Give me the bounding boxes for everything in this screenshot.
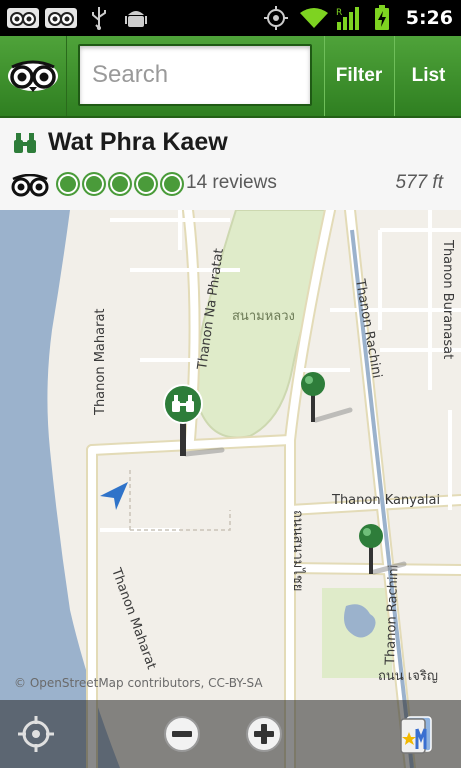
svg-text:R: R xyxy=(336,8,342,18)
battery-charging-icon xyxy=(372,4,392,32)
rating-bubble xyxy=(134,172,158,196)
street-label: Thanon Buranasat xyxy=(440,239,455,359)
top-toolbar: Filter List xyxy=(0,36,461,118)
filter-button[interactable]: Filter xyxy=(324,36,393,116)
android-debug-icon xyxy=(124,4,148,32)
map-view[interactable]: Thanon Na Phratat Thanon Maharat Thanon … xyxy=(0,210,461,768)
map-controls-bar xyxy=(0,700,461,768)
review-count[interactable]: 14 reviews xyxy=(186,172,277,194)
signal-icon: R xyxy=(334,4,362,32)
zoom-in-button[interactable] xyxy=(238,708,290,760)
tripadvisor-notification-icon xyxy=(6,4,40,32)
map-layers-icon xyxy=(400,716,432,754)
rating-bubble xyxy=(160,172,184,196)
street-label: Thanon Maharat xyxy=(108,565,159,671)
street-label: Thanon Kanyalai xyxy=(331,493,440,508)
search-input[interactable] xyxy=(80,46,310,104)
place-pin[interactable] xyxy=(301,372,353,423)
street-label: Thanon Maharat xyxy=(93,308,108,416)
zoom-in-icon xyxy=(246,716,282,752)
boundary xyxy=(129,470,231,531)
my-location-icon xyxy=(18,716,54,752)
street-label: ถนน เจริญ xyxy=(378,669,438,684)
status-bar: R 5:26 xyxy=(0,0,461,36)
tripadvisor-notification-icon xyxy=(44,4,78,32)
street-label: สนามหลวง xyxy=(232,309,295,324)
street-label: ถนนสนามไชย xyxy=(290,510,306,591)
tripadvisor-owl-logo[interactable] xyxy=(0,36,67,116)
rating-bubbles xyxy=(56,172,184,196)
clock: 5:26 xyxy=(405,7,453,29)
rating-bubble xyxy=(56,172,80,196)
zoom-out-button[interactable] xyxy=(156,708,208,760)
map-attribution: © OpenStreetMap contributors, CC-BY-SA xyxy=(14,676,263,690)
zoom-out-icon xyxy=(164,716,200,752)
binoculars-icon xyxy=(12,132,38,158)
gps-icon xyxy=(262,4,290,32)
rating-bubble xyxy=(82,172,106,196)
rating-bubble xyxy=(108,172,132,196)
current-location-arrow xyxy=(100,482,128,510)
place-title: Wat Phra Kaew xyxy=(48,128,228,156)
place-info-panel[interactable]: Wat Phra Kaew 14 reviews 577 ft xyxy=(0,118,461,211)
map-layers-button[interactable] xyxy=(390,708,442,760)
list-button[interactable]: List xyxy=(394,36,461,116)
tripadvisor-rating-icon xyxy=(10,173,50,202)
distance-label: 577 ft xyxy=(395,172,443,193)
wifi-icon xyxy=(298,4,330,32)
my-location-button[interactable] xyxy=(10,708,62,760)
search-field[interactable] xyxy=(78,44,312,106)
usb-icon xyxy=(88,4,110,32)
